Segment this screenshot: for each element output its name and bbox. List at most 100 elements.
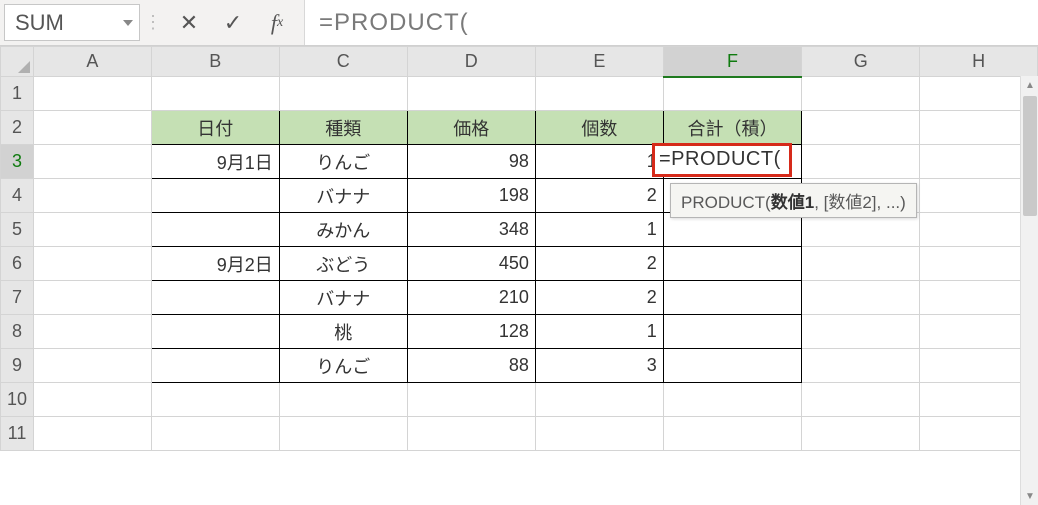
cell[interactable] bbox=[663, 383, 801, 417]
cell[interactable]: 98 bbox=[407, 145, 535, 179]
cell[interactable] bbox=[151, 77, 279, 111]
cell[interactable] bbox=[151, 281, 279, 315]
cell[interactable] bbox=[802, 383, 920, 417]
cell[interactable] bbox=[34, 349, 152, 383]
cell[interactable] bbox=[407, 417, 535, 451]
cell-editor[interactable]: =PRODUCT( bbox=[652, 143, 792, 177]
cell[interactable] bbox=[535, 77, 663, 111]
row-header-1[interactable]: 1 bbox=[1, 77, 34, 111]
cell[interactable] bbox=[407, 383, 535, 417]
cell[interactable]: みかん bbox=[279, 213, 407, 247]
formula-input[interactable]: =PRODUCT( bbox=[304, 0, 1038, 45]
cell[interactable] bbox=[279, 77, 407, 111]
row-header-9[interactable]: 9 bbox=[1, 349, 34, 383]
cell[interactable] bbox=[663, 349, 801, 383]
cell[interactable]: 348 bbox=[407, 213, 535, 247]
cell[interactable] bbox=[535, 417, 663, 451]
cell[interactable] bbox=[663, 417, 801, 451]
cell[interactable] bbox=[34, 383, 152, 417]
select-all-corner[interactable] bbox=[1, 47, 34, 77]
cell[interactable] bbox=[151, 383, 279, 417]
row-header-8[interactable]: 8 bbox=[1, 315, 34, 349]
cell[interactable]: 198 bbox=[407, 179, 535, 213]
cell[interactable]: 1 bbox=[535, 315, 663, 349]
cell[interactable]: 128 bbox=[407, 315, 535, 349]
cell[interactable] bbox=[663, 281, 801, 315]
cell[interactable] bbox=[802, 145, 920, 179]
cell[interactable]: 桃 bbox=[279, 315, 407, 349]
tbl-header-price[interactable]: 価格 bbox=[407, 111, 535, 145]
tbl-header-kind[interactable]: 種類 bbox=[279, 111, 407, 145]
cell[interactable] bbox=[34, 179, 152, 213]
cell[interactable] bbox=[663, 77, 801, 111]
scroll-thumb[interactable] bbox=[1023, 96, 1037, 216]
spreadsheet-grid[interactable]: A B C D E F G H 1 2 日付 種類 価格 bbox=[0, 46, 1038, 505]
col-header-C[interactable]: C bbox=[279, 47, 407, 77]
cell[interactable] bbox=[407, 77, 535, 111]
cell[interactable] bbox=[151, 179, 279, 213]
cell[interactable]: 2 bbox=[535, 179, 663, 213]
scroll-up-icon[interactable]: ▲ bbox=[1021, 76, 1038, 94]
cell[interactable] bbox=[802, 77, 920, 111]
col-header-D[interactable]: D bbox=[407, 47, 535, 77]
row-header-5[interactable]: 5 bbox=[1, 213, 34, 247]
cell[interactable] bbox=[535, 383, 663, 417]
cell[interactable]: 450 bbox=[407, 247, 535, 281]
cell[interactable]: バナナ bbox=[279, 179, 407, 213]
cell[interactable] bbox=[34, 315, 152, 349]
tbl-header-qty[interactable]: 個数 bbox=[535, 111, 663, 145]
cell[interactable] bbox=[802, 315, 920, 349]
cell[interactable] bbox=[34, 247, 152, 281]
cell[interactable]: 1 bbox=[535, 213, 663, 247]
row-header-7[interactable]: 7 bbox=[1, 281, 34, 315]
cell[interactable] bbox=[802, 349, 920, 383]
scroll-down-icon[interactable]: ▼ bbox=[1021, 487, 1038, 505]
col-header-F[interactable]: F bbox=[663, 47, 801, 77]
fx-icon[interactable]: fx bbox=[264, 8, 290, 38]
cell[interactable]: 1 bbox=[535, 145, 663, 179]
enter-icon[interactable]: ✓ bbox=[220, 8, 246, 38]
cell[interactable]: 9月2日 bbox=[151, 247, 279, 281]
cell[interactable]: 2 bbox=[535, 281, 663, 315]
cell[interactable] bbox=[151, 315, 279, 349]
cell[interactable] bbox=[802, 247, 920, 281]
row-header-3[interactable]: 3 bbox=[1, 145, 34, 179]
cell[interactable] bbox=[34, 281, 152, 315]
cell[interactable] bbox=[34, 417, 152, 451]
cell[interactable]: 9月1日 bbox=[151, 145, 279, 179]
row-header-2[interactable]: 2 bbox=[1, 111, 34, 145]
cell[interactable]: ぶどう bbox=[279, 247, 407, 281]
cell[interactable] bbox=[34, 145, 152, 179]
tbl-header-date[interactable]: 日付 bbox=[151, 111, 279, 145]
row-header-4[interactable]: 4 bbox=[1, 179, 34, 213]
chevron-down-icon[interactable] bbox=[123, 20, 133, 26]
col-header-H[interactable]: H bbox=[920, 47, 1038, 77]
col-header-E[interactable]: E bbox=[535, 47, 663, 77]
cell[interactable]: 3 bbox=[535, 349, 663, 383]
row-header-10[interactable]: 10 bbox=[1, 383, 34, 417]
row-header-6[interactable]: 6 bbox=[1, 247, 34, 281]
cell[interactable] bbox=[802, 417, 920, 451]
cell[interactable] bbox=[151, 417, 279, 451]
cancel-icon[interactable]: ✕ bbox=[176, 8, 202, 38]
cell[interactable] bbox=[279, 417, 407, 451]
cell[interactable] bbox=[151, 213, 279, 247]
cell[interactable] bbox=[802, 281, 920, 315]
col-header-B[interactable]: B bbox=[151, 47, 279, 77]
row-header-11[interactable]: 11 bbox=[1, 417, 34, 451]
cell[interactable] bbox=[34, 213, 152, 247]
cell[interactable] bbox=[663, 315, 801, 349]
cell[interactable]: 88 bbox=[407, 349, 535, 383]
cell[interactable] bbox=[34, 77, 152, 111]
cell[interactable] bbox=[802, 111, 920, 145]
cell[interactable] bbox=[279, 383, 407, 417]
cell[interactable]: 210 bbox=[407, 281, 535, 315]
cell[interactable]: りんご bbox=[279, 349, 407, 383]
cell[interactable]: りんご bbox=[279, 145, 407, 179]
cell[interactable]: バナナ bbox=[279, 281, 407, 315]
tbl-header-total[interactable]: 合計（積） bbox=[663, 111, 801, 145]
col-header-A[interactable]: A bbox=[34, 47, 152, 77]
col-header-G[interactable]: G bbox=[802, 47, 920, 77]
name-box[interactable]: SUM bbox=[4, 4, 140, 41]
cell[interactable] bbox=[34, 111, 152, 145]
